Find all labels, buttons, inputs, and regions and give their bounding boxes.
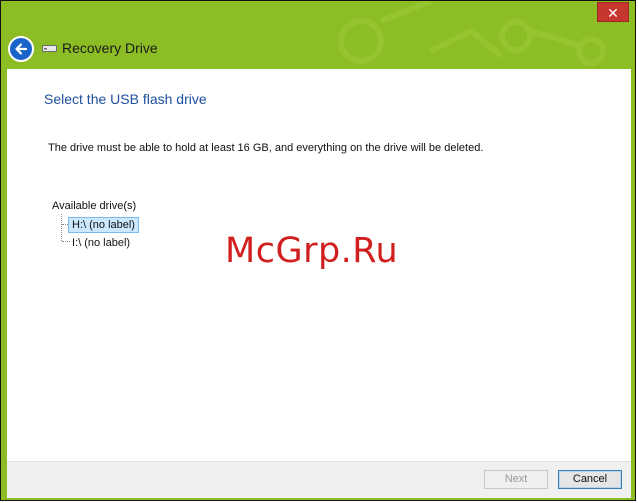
next-button[interactable]: Next	[484, 470, 548, 489]
description-text: The drive must be able to hold at least …	[48, 142, 484, 154]
available-drives-label: Available drive(s)	[52, 200, 137, 212]
back-button[interactable]	[8, 36, 34, 62]
drive-item-h[interactable]: H:\ (no label)	[68, 217, 139, 233]
content-panel: Select the USB flash drive The drive mus…	[7, 69, 631, 461]
recovery-drive-window: ✕ Recovery Drive Select the USB flash dr…	[0, 0, 636, 501]
back-arrow-icon	[15, 43, 28, 55]
close-icon: ✕	[607, 5, 619, 21]
window-title: Recovery Drive	[62, 40, 158, 56]
title-background-pattern	[338, 1, 606, 66]
tree-line	[61, 214, 62, 241]
cancel-button[interactable]: Cancel	[558, 470, 622, 489]
drive-item-i[interactable]: I:\ (no label)	[68, 235, 134, 251]
watermark-text: McGrp.Ru	[225, 231, 399, 271]
footer-bar: Next Cancel	[7, 461, 631, 498]
page-heading: Select the USB flash drive	[44, 91, 207, 107]
drive-icon	[42, 45, 57, 52]
close-button[interactable]: ✕	[597, 2, 629, 22]
